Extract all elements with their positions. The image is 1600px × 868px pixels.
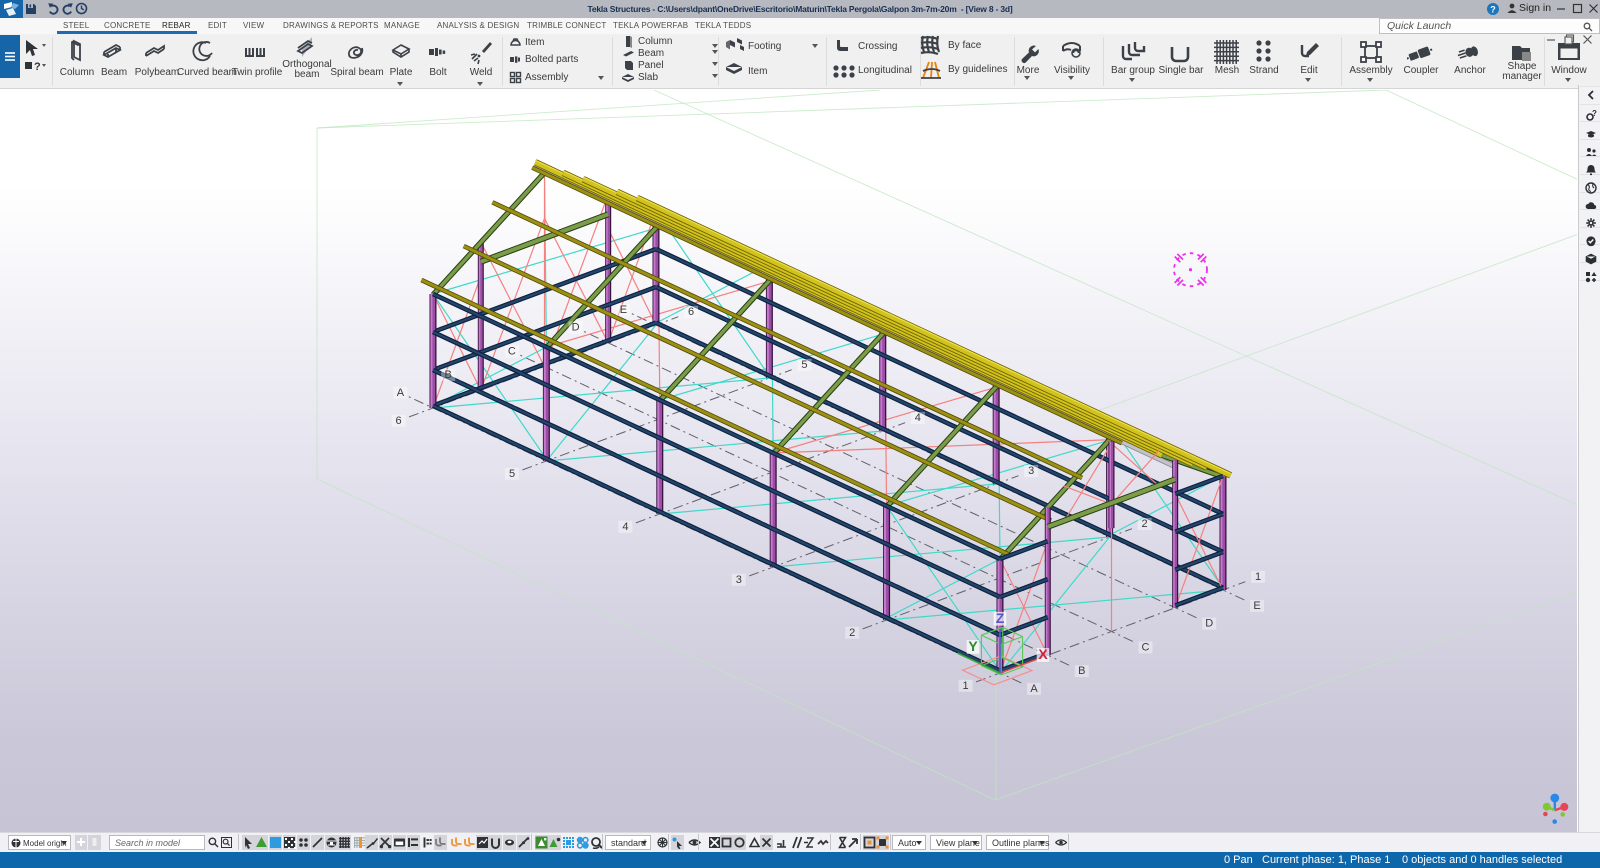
- svg-text:4: 4: [915, 412, 921, 424]
- svg-text:Y: Y: [968, 638, 978, 654]
- svg-text:A: A: [397, 387, 405, 399]
- svg-text:3: 3: [736, 574, 742, 586]
- svg-text:E: E: [620, 304, 627, 316]
- svg-text:Z: Z: [996, 610, 1005, 626]
- svg-text:X: X: [1038, 646, 1048, 662]
- svg-text:C: C: [508, 345, 516, 357]
- svg-text:3: 3: [1028, 465, 1034, 477]
- svg-text:2: 2: [1142, 518, 1148, 530]
- svg-text:1: 1: [963, 680, 969, 692]
- svg-text:B: B: [445, 369, 452, 381]
- svg-text:B: B: [1078, 665, 1085, 677]
- svg-text:D: D: [572, 322, 580, 334]
- svg-text:6: 6: [688, 306, 694, 318]
- svg-text:2: 2: [849, 627, 855, 639]
- svg-text:?: ?: [1592, 110, 1597, 118]
- svg-text:D: D: [1205, 618, 1213, 630]
- svg-text:?: ?: [1490, 5, 1496, 15]
- svg-text:A: A: [1030, 683, 1038, 695]
- svg-text:E: E: [1253, 600, 1260, 612]
- svg-text:1: 1: [1255, 571, 1261, 583]
- svg-text:5: 5: [509, 468, 515, 480]
- svg-text:C: C: [1142, 641, 1150, 653]
- svg-text:6: 6: [396, 415, 402, 427]
- svg-text:4: 4: [622, 521, 628, 533]
- svg-text:5: 5: [801, 359, 807, 371]
